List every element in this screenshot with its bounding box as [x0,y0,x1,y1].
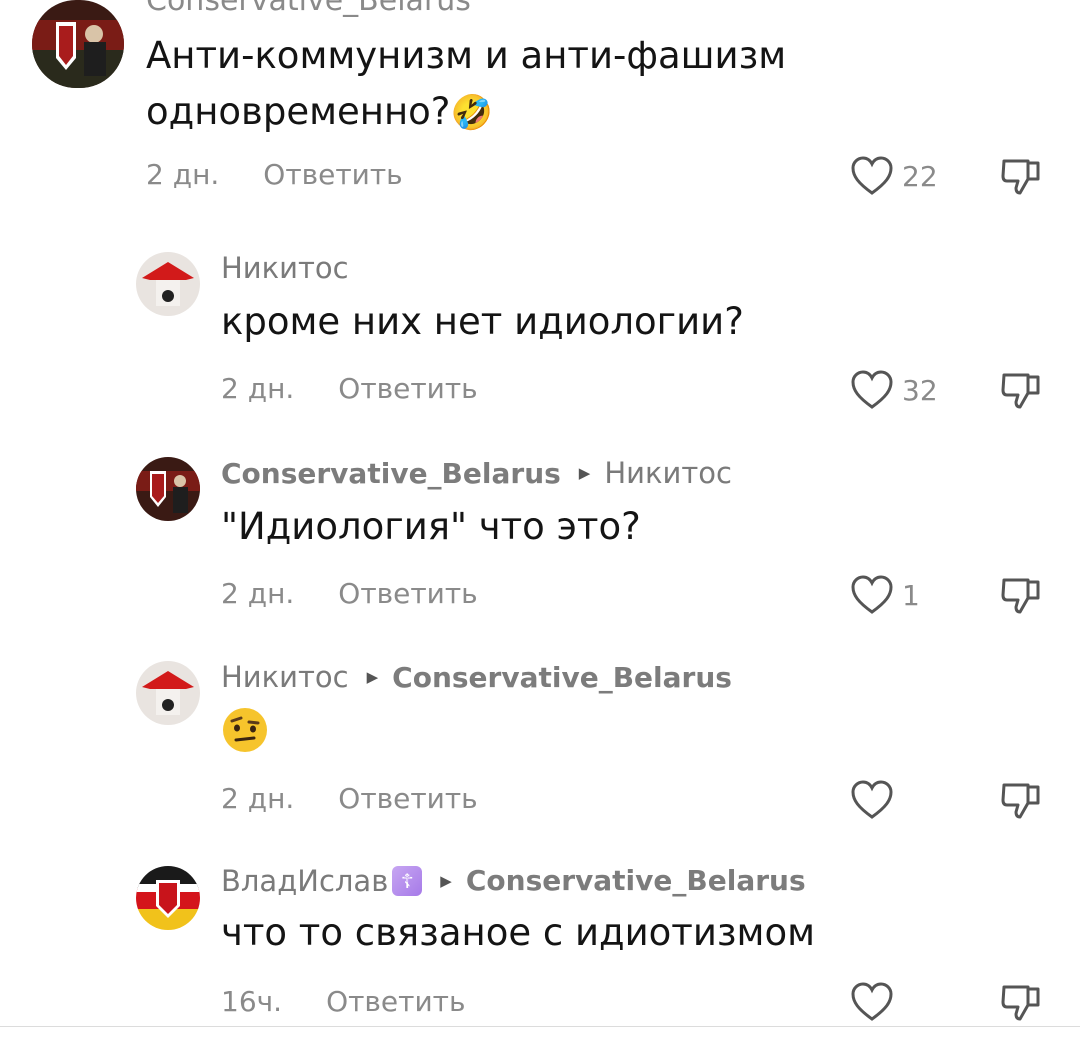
thumbs-down-icon [1001,159,1040,195]
comment-meta: 2 дн. Ответить [146,158,403,191]
like-button[interactable] [850,982,894,1022]
heart-outline-icon [851,575,893,614]
reply-button[interactable]: Ответить [338,372,477,405]
dislike-button[interactable] [1000,574,1044,614]
dislike-button[interactable] [1000,779,1044,819]
reply-to-name[interactable]: Никитос [604,459,732,488]
avatar[interactable] [136,866,200,930]
comment-meta: 16ч. Ответить [221,985,465,1018]
dislike-button[interactable] [1000,369,1044,409]
thumbs-down-icon [1001,783,1040,819]
author-name[interactable]: Conservative_Belarus [221,459,561,488]
reply-button[interactable]: Ответить [338,577,477,610]
comment-author: ВладИслав ☦ ▶ Conservative_Belarus [221,866,806,896]
triangle-right-icon: ▶ [366,668,379,686]
comment-author[interactable]: Никитос [221,254,349,283]
thumbs-down-icon [1001,985,1040,1021]
reply-button[interactable]: Ответить [338,782,477,815]
comment-time: 2 дн. [146,158,220,191]
dislike-button[interactable] [1000,155,1044,195]
avatar[interactable] [136,252,200,316]
comment-text: кроме них нет идиологии? [221,300,744,343]
heart-outline-icon [851,370,893,409]
comment-meta: 2 дн. Ответить [221,577,478,610]
avatar-image [32,0,124,88]
like-button[interactable]: 22 [850,156,938,196]
avatar[interactable] [136,457,200,521]
heart-outline-icon [851,982,893,1021]
divider [0,1026,1080,1027]
reply-button[interactable]: Ответить [326,985,465,1018]
thumbs-down-icon [1001,373,1040,409]
comment-time: 16ч. [221,985,283,1018]
comment-time: 2 дн. [221,782,295,815]
comment-meta: 2 дн. Ответить [221,372,478,405]
like-count: 32 [902,373,938,407]
triangle-right-icon: ▶ [440,871,452,890]
like-button[interactable]: 32 [850,370,938,410]
like-button[interactable]: 1 [850,575,920,615]
reply-to-name[interactable]: Conservative_Belarus [466,867,806,895]
heart-outline-icon [851,780,893,819]
comment-time: 2 дн. [221,577,295,610]
comment-emoji [221,706,269,758]
author-name[interactable]: ВладИслав [221,866,388,896]
comment-text: "Идиология" что это? [221,505,641,548]
dislike-button[interactable] [1000,981,1044,1021]
comment-author: Никитос ▶ Conservative_Belarus [221,663,732,692]
rofl-emoji: 🤣 [450,93,493,133]
thumbs-down-icon [1001,578,1040,614]
comment-text: Анти-коммунизм и анти-фашизм одновременн… [146,34,787,133]
comment-meta: 2 дн. Ответить [221,782,478,815]
orthodox-cross-icon: ☦ [392,866,423,896]
comment-time: 2 дн. [221,372,295,405]
avatar[interactable] [136,661,200,725]
reply-button[interactable]: Ответить [263,158,402,191]
triangle-right-icon: ▶ [578,464,591,482]
comment-author[interactable]: Conservative_Belarus [146,0,471,16]
avatar-image [136,457,200,521]
heart-outline-icon [851,156,893,195]
avatar-image [136,252,200,316]
like-count: 22 [902,159,938,193]
avatar-image [136,866,200,930]
raised-eyebrow-emoji-icon [223,708,267,752]
reply-to-name[interactable]: Conservative_Belarus [392,663,732,692]
author-name[interactable]: Никитос [221,663,349,692]
comment-text: что то связаное с идиотизмом [221,911,816,954]
like-button[interactable] [850,780,894,820]
avatar[interactable] [32,0,124,88]
avatar-image [136,661,200,725]
comment-author: Conservative_Belarus ▶ Никитос [221,459,732,488]
like-count: 1 [902,578,920,612]
